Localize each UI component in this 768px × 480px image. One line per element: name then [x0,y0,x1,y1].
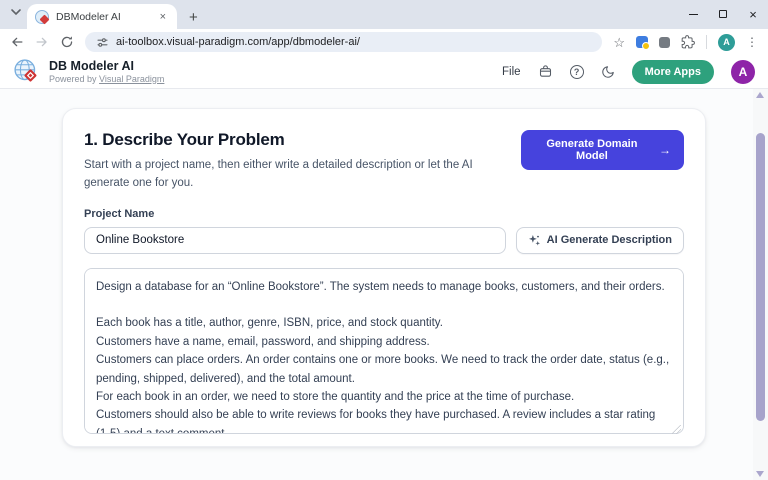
back-button[interactable] [10,35,24,49]
app-subtitle: Powered by Visual Paradigm [49,74,164,84]
app-title: DB Modeler AI [49,59,164,73]
extensions-puzzle-icon[interactable] [681,35,695,49]
window-maximize-button[interactable] [708,0,738,28]
window-minimize-button[interactable] [678,0,708,28]
bookmark-star-icon[interactable]: ☆ [613,36,625,49]
close-icon: × [749,8,757,21]
site-settings-icon[interactable] [96,36,109,49]
toolbar-divider [706,35,707,49]
section-title: 1. Describe Your Problem [84,130,521,150]
section-subtitle: Start with a project name, then either w… [84,157,521,193]
tab-title: DBModeler AI [56,11,150,23]
app-title-block: DB Modeler AI Powered by Visual Paradigm [49,59,164,84]
card-header: 1. Describe Your Problem Start with a pr… [84,130,684,193]
file-menu[interactable]: File [502,66,521,78]
description-area: Design a database for an “Online Booksto… [84,268,684,439]
generate-button-label: Generate Domain Model [534,138,650,162]
scrollbar-up-arrow[interactable] [756,92,764,98]
chevron-down-icon[interactable] [10,8,22,16]
reload-button[interactable] [60,35,74,49]
scrollbar-thumb[interactable] [756,133,765,421]
textarea-resize-handle[interactable] [672,425,681,434]
user-avatar[interactable]: A [731,60,755,84]
window-close-button[interactable]: × [738,0,768,28]
browser-profile-avatar[interactable]: A [718,34,735,51]
url-text: ai-toolbox.visual-paradigm.com/app/dbmod… [116,36,360,48]
browser-menu-icon[interactable]: ⋮ [746,35,758,49]
project-name-input[interactable] [84,227,506,254]
ai-generate-label: AI Generate Description [547,234,672,246]
tab-close-icon[interactable]: × [157,10,169,24]
pinned-extension-2-icon[interactable] [659,37,670,48]
browser-tabstrip: DBModeler AI × + × [0,0,768,29]
app-header: DB Modeler AI Powered by Visual Paradigm… [0,55,768,89]
pinned-extension-icon[interactable] [636,36,648,48]
dark-mode-moon-icon[interactable] [601,65,615,79]
scrollbar-down-arrow[interactable] [756,471,764,477]
sparkles-icon [528,234,541,247]
card-header-text: 1. Describe Your Problem Start with a pr… [84,130,521,193]
visual-paradigm-link[interactable]: Visual Paradigm [99,74,164,84]
site-favicon-icon [35,10,49,24]
maximize-icon [719,10,727,18]
help-icon[interactable]: ? [570,65,584,79]
project-name-label: Project Name [84,208,684,220]
problem-description-textarea[interactable]: Design a database for an “Online Booksto… [84,268,684,434]
new-tab-button[interactable]: + [189,10,198,25]
browser-toolbar: ai-toolbox.visual-paradigm.com/app/dbmod… [0,29,768,55]
briefcase-icon[interactable] [538,64,553,79]
window-controls: × [678,0,768,28]
url-bar[interactable]: ai-toolbox.visual-paradigm.com/app/dbmod… [85,32,602,52]
page-content: 1. Describe Your Problem Start with a pr… [0,89,768,480]
more-apps-button[interactable]: More Apps [632,60,714,84]
arrow-right-icon: → [659,143,671,157]
minimize-icon [689,14,698,15]
forward-button[interactable] [35,35,49,49]
project-name-row: AI Generate Description [84,227,684,254]
app-header-right: File ? More Apps A [502,60,755,84]
page-scrollbar[interactable] [753,89,768,480]
describe-problem-card: 1. Describe Your Problem Start with a pr… [62,108,706,447]
app-logo [13,58,40,85]
browser-tab[interactable]: DBModeler AI × [27,4,177,29]
generate-domain-model-button[interactable]: Generate Domain Model → [521,130,684,170]
ai-generate-description-button[interactable]: AI Generate Description [516,227,684,254]
toolbar-right: ☆ A ⋮ [613,34,758,51]
